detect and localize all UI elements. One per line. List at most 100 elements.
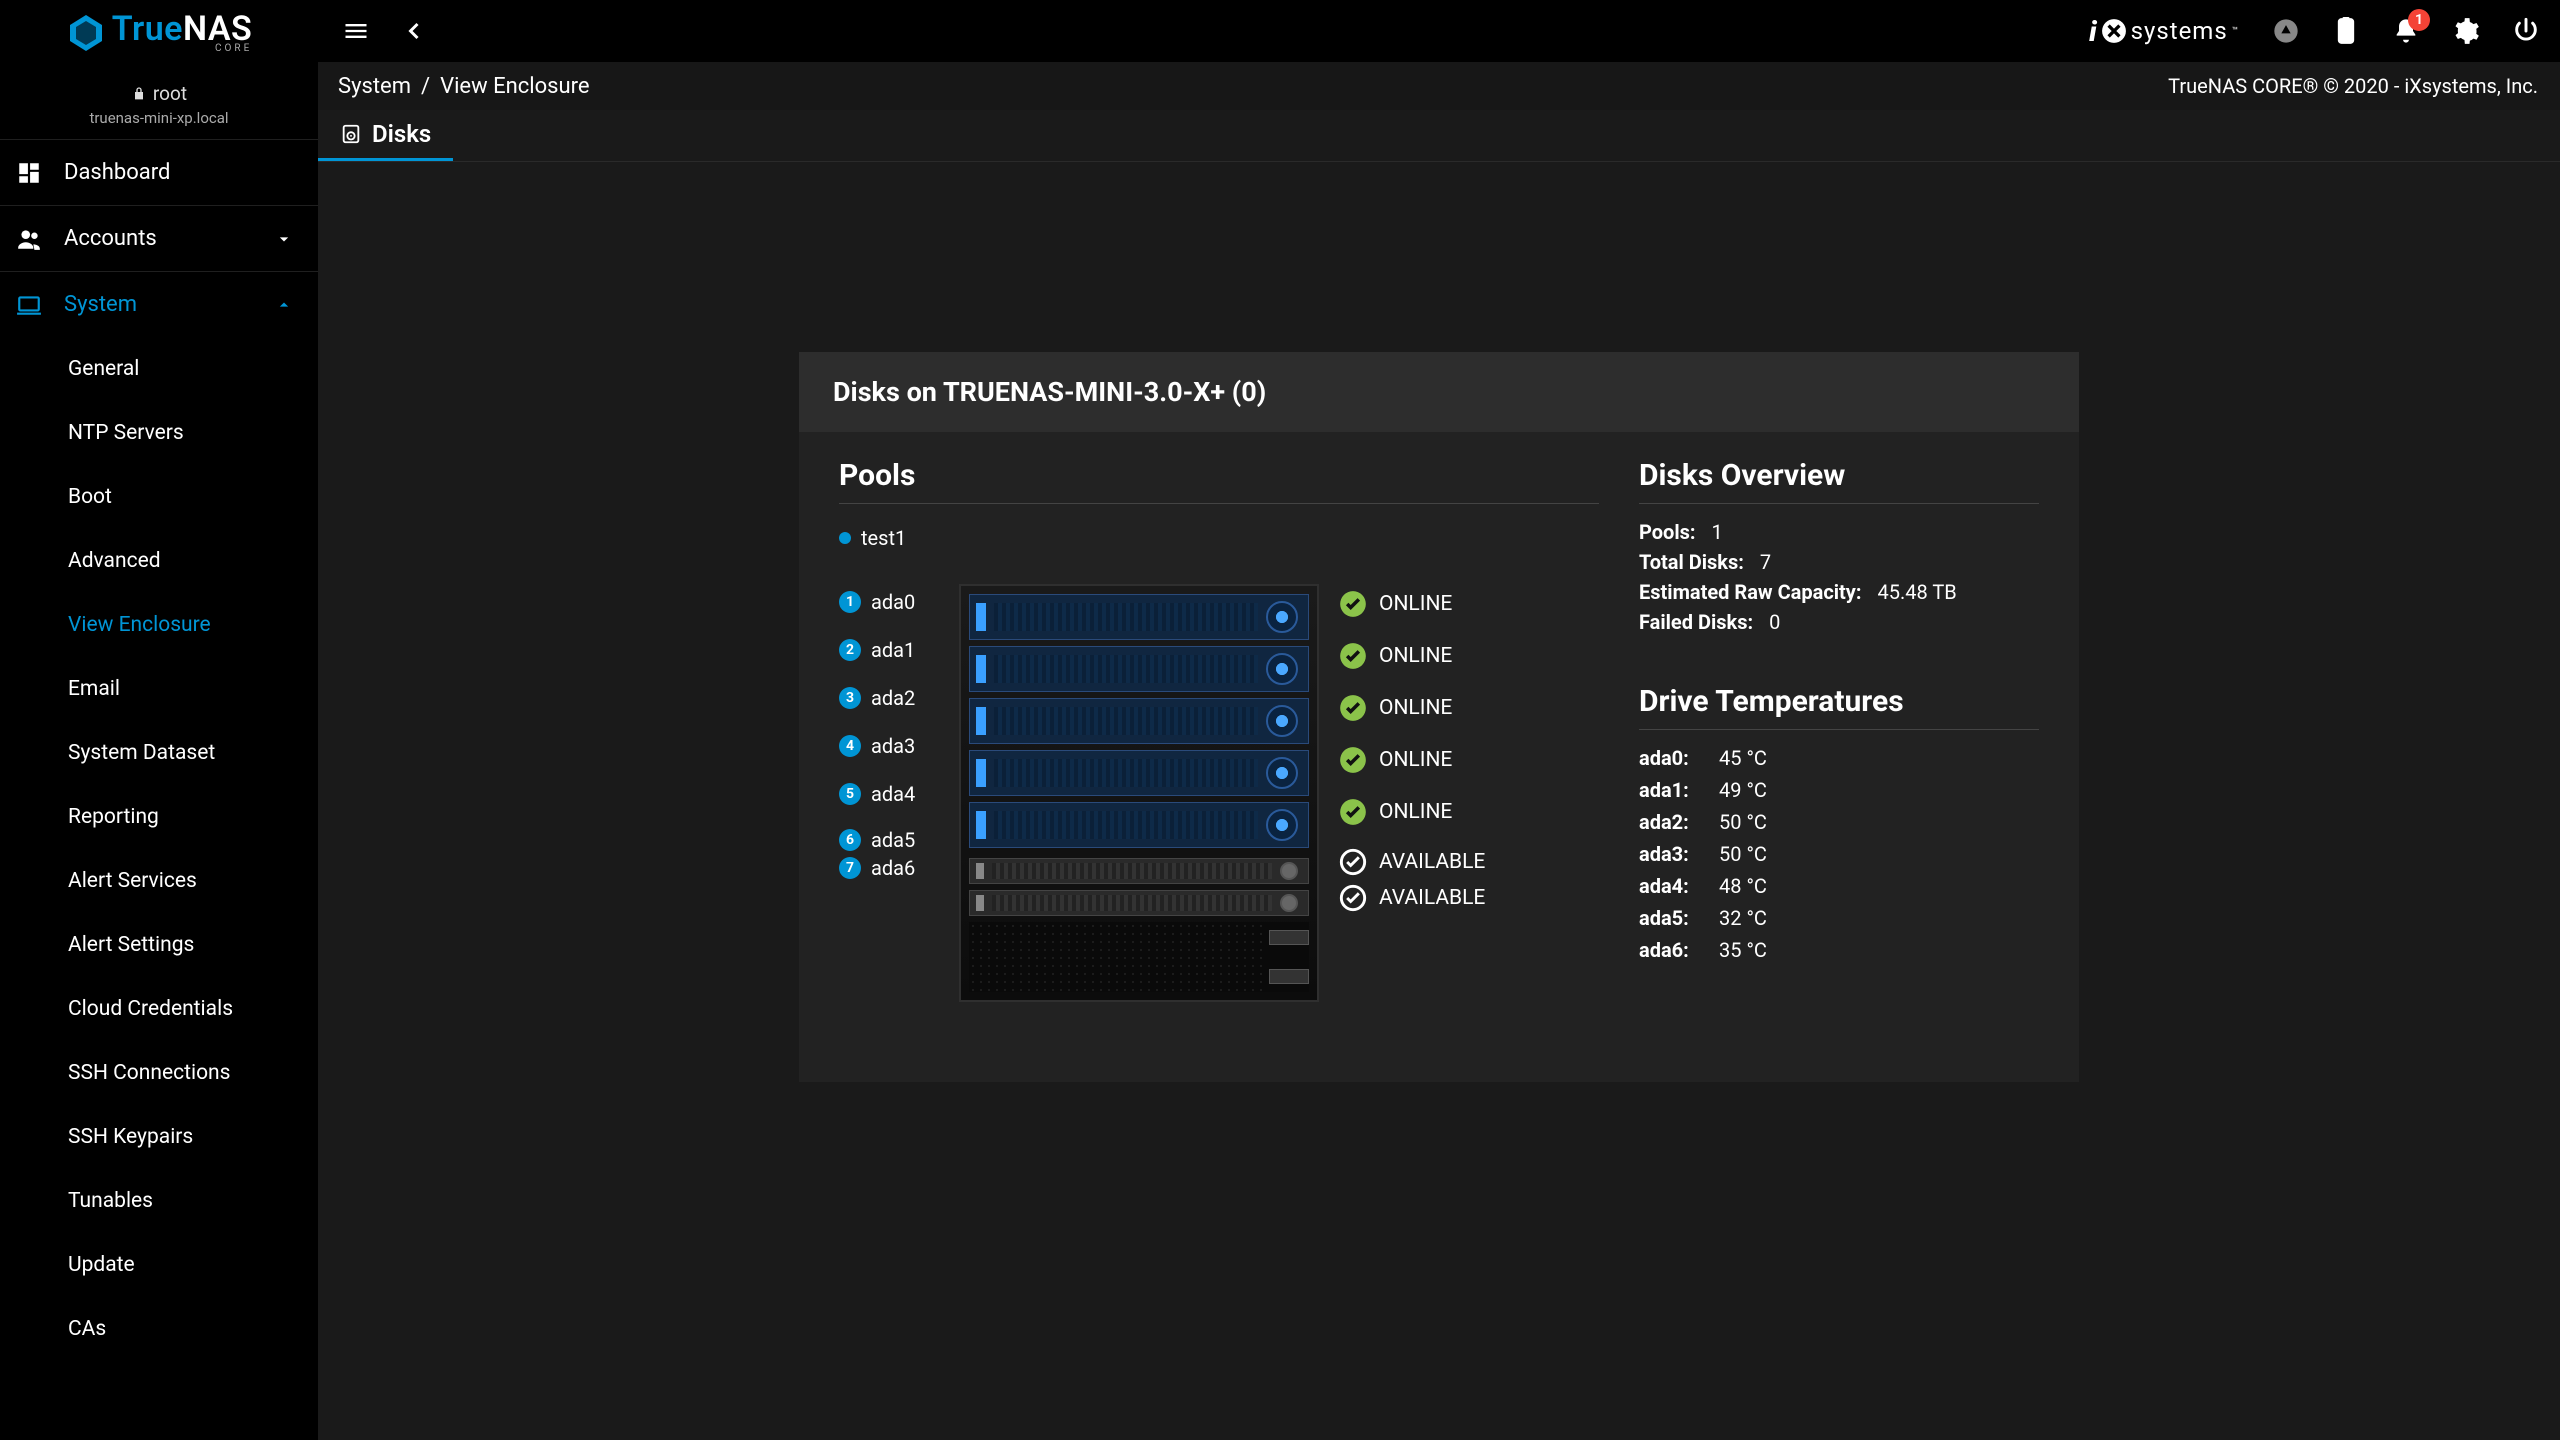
disk-id: ada4 [871,782,915,806]
nav-sub-view-enclosure[interactable]: View Enclosure [0,593,318,657]
status-text: AVAILABLE [1379,850,1485,874]
breadcrumb-root[interactable]: System [338,74,411,99]
copyright: TrueNAS CORE® © 2020 - iXsystems, Inc. [2168,74,2538,98]
breadcrumb-page: View Enclosure [440,74,589,99]
disk-label[interactable]: 2ada1 [839,638,939,662]
status-text: AVAILABLE [1379,886,1485,910]
tab-label: Disks [372,120,431,148]
nav-sub-advanced[interactable]: Advanced [0,529,318,593]
overview-key: Total Disks: [1639,550,1744,574]
drive-bay[interactable] [969,646,1309,692]
disk-label[interactable]: 5 ada4 [839,782,939,806]
status-text: ONLINE [1379,748,1452,772]
disk-id: ada5 [871,828,915,852]
status-text: ONLINE [1379,644,1452,668]
temp-row: ada0:45 °C [1639,746,2039,770]
back-icon[interactable] [394,11,434,51]
breadcrumb: System / View Enclosure TrueNAS CORE® © … [0,62,2560,110]
temp-disk: ada2: [1639,810,1719,834]
nav-sub-reporting[interactable]: Reporting [0,785,318,849]
overview-row: Estimated Raw Capacity: 45.48 TB [1639,580,2039,604]
user-name: root [153,82,187,105]
nav-accounts[interactable]: Accounts [0,205,318,271]
power-icon[interactable] [2510,15,2542,47]
clipboard-icon[interactable] [2330,15,2362,47]
drive-bay[interactable] [969,890,1309,916]
status-text: ONLINE [1379,592,1452,616]
disk-label[interactable]: 1ada0 [839,590,939,614]
lock-icon [131,86,147,102]
overview-key: Estimated Raw Capacity: [1639,580,1862,604]
drive-bay[interactable] [969,594,1309,640]
temp-value: 50 °C [1719,810,1767,834]
breadcrumb-sep: / [421,74,430,99]
nav-sub-tunables[interactable]: Tunables [0,1169,318,1233]
temp-disk: ada6: [1639,938,1719,962]
nav-sub-general[interactable]: General [0,337,318,401]
ixsystems-logo[interactable]: i systems™ [2089,15,2238,48]
nav-label: Accounts [64,226,157,251]
tabbar: Disks [0,110,2560,162]
truecommand-icon[interactable] [2270,15,2302,47]
overview-value: 7 [1760,550,1771,574]
status-text: ONLINE [1379,696,1452,720]
nav-dashboard[interactable]: Dashboard [0,139,318,205]
temp-disk: ada4: [1639,874,1719,898]
ix-x-icon [2101,18,2127,44]
nav-sub-email[interactable]: Email [0,657,318,721]
temp-value: 35 °C [1719,938,1767,962]
overview-value: 45.48 TB [1878,580,1957,604]
ix-i: i [2089,15,2096,48]
nav-sub-ssh-connections[interactable]: SSH Connections [0,1041,318,1105]
nav-sub-cloud-credentials[interactable]: Cloud Credentials [0,977,318,1041]
nav-system[interactable]: System [0,271,318,337]
check-circle-icon [1339,642,1367,670]
nav-sub-alert-settings[interactable]: Alert Settings [0,913,318,977]
drive-bay[interactable] [969,802,1309,848]
disk-label[interactable]: 7ada6 [839,856,939,880]
nav-sub-ntp-servers[interactable]: NTP Servers [0,401,318,465]
nav-label: System [64,292,137,317]
logo[interactable]: TrueNAS CORE [0,0,318,62]
nav-sub-update[interactable]: Update [0,1233,318,1297]
disk-status: ONLINE [1339,642,1579,670]
enclosure-card: Disks on TRUENAS-MINI-3.0-X+ (0) Pools t… [799,352,2079,1082]
notifications-icon[interactable]: 1 [2390,15,2422,47]
temp-value: 48 °C [1719,874,1767,898]
nav-sub-alert-services[interactable]: Alert Services [0,849,318,913]
nav-sub-ssh-keypairs[interactable]: SSH Keypairs [0,1105,318,1169]
pool-name: test1 [861,526,906,550]
menu-toggle-icon[interactable] [336,11,376,51]
temp-row: ada2:50 °C [1639,810,2039,834]
nav-sub-cas[interactable]: CAs [0,1297,318,1361]
tab-disks[interactable]: Disks [318,110,453,161]
ix-word: systems [2131,17,2228,45]
pools-heading: Pools [839,458,1599,493]
drive-bay[interactable] [969,858,1309,884]
main-content: Disks on TRUENAS-MINI-3.0-X+ (0) Pools t… [318,162,2560,1440]
disk-id: ada0 [871,590,915,614]
nav-sub-boot[interactable]: Boot [0,465,318,529]
disk-label[interactable]: 4ada3 [839,734,939,758]
check-circle-icon [1339,590,1367,618]
disk-number-badge: 5 [839,783,861,805]
disk-status: ONLINE [1339,694,1579,722]
temp-row: ada1:49 °C [1639,778,2039,802]
topbar: TrueNAS CORE i systems™ 1 [0,0,2560,62]
drive-bay[interactable] [969,750,1309,796]
temp-row: ada5:32 °C [1639,906,2039,930]
settings-icon[interactable] [2450,15,2482,47]
temp-value: 49 °C [1719,778,1767,802]
temp-disk: ada3: [1639,842,1719,866]
pool-item[interactable]: test1 [839,520,1599,556]
disk-icon [340,123,362,145]
check-outline-icon [1339,884,1367,912]
drive-bay[interactable] [969,698,1309,744]
disk-label[interactable]: 3ada2 [839,686,939,710]
status-text: ONLINE [1379,800,1452,824]
disk-label[interactable]: 6ada5 [839,828,939,852]
overview-value: 1 [1712,520,1723,544]
disk-number-badge: 3 [839,687,861,709]
nav-sub-system-dataset[interactable]: System Dataset [0,721,318,785]
notification-badge: 1 [2408,9,2430,31]
